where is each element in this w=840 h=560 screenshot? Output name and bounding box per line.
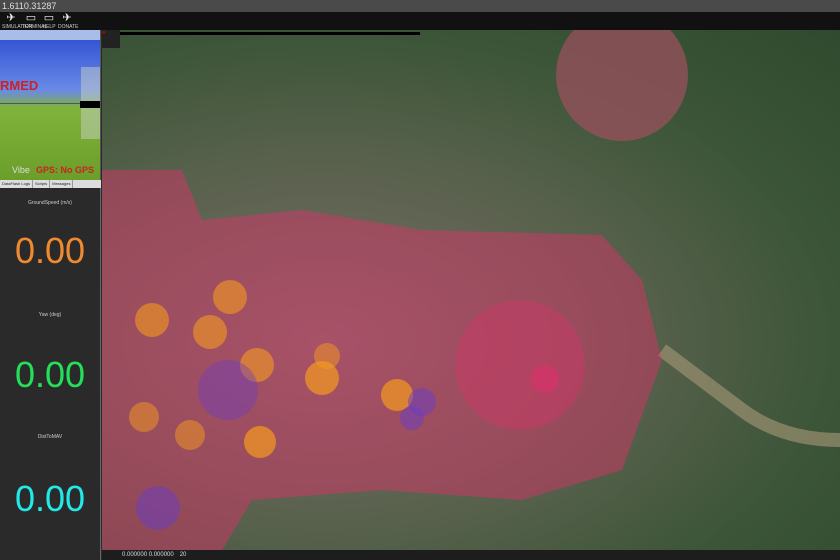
help-button[interactable]: ▭ HELP	[40, 12, 58, 30]
warning-circle	[175, 420, 205, 450]
warning-circle	[193, 315, 227, 349]
tab-dataflash-logs[interactable]: DataFlash Logs	[0, 180, 34, 188]
terminal-button[interactable]: ▭ TERMINAL	[22, 12, 47, 30]
warning-circle	[381, 379, 413, 411]
disttomav-label: DistToMAV	[37, 434, 63, 440]
tab-bar: DataFlash Logs Scripts Messages	[0, 180, 101, 188]
yaw-label: Yaw (deg)	[38, 312, 62, 318]
zoom-level[interactable]: 20	[180, 550, 187, 560]
progress-bar	[120, 32, 420, 35]
restricted-circle	[136, 486, 180, 530]
donate-plane-icon: ✈	[62, 12, 72, 24]
heading-bar	[0, 30, 100, 40]
restricted-circle	[400, 406, 424, 430]
map-control-button[interactable]: ●	[102, 30, 120, 48]
armed-status: RMED	[0, 78, 39, 93]
airspace-circle	[455, 300, 585, 430]
warning-circle	[129, 402, 159, 432]
altitude-readout	[80, 101, 100, 108]
help-monitor-icon: ▭	[43, 12, 55, 24]
monitor-icon: ▭	[25, 12, 37, 24]
map-view[interactable]	[102, 30, 840, 550]
donate-button[interactable]: ✈ DONATE	[58, 12, 78, 30]
plane-icon: ✈	[6, 12, 16, 24]
tab-scripts[interactable]: Scripts	[33, 180, 51, 188]
groundspeed-label: GroundSpeed (m/s)	[28, 200, 72, 206]
quick-panel: GroundSpeed (m/s) 0.00 Yaw (deg) 0.00 Di…	[0, 188, 101, 560]
coordinates-readout: 0.000000 0.000000	[122, 552, 174, 558]
window-title: 1.6110.31287	[0, 0, 840, 12]
toolbar: ✈ SIMULATION ▭ TERMINAL ▭ HELP ✈ DONATE	[0, 12, 840, 30]
vibe-link[interactable]: Vibe	[12, 165, 30, 175]
warning-circle	[244, 426, 276, 458]
gps-status: GPS: No GPS	[36, 165, 95, 175]
warning-circle	[314, 343, 340, 369]
warning-circle	[213, 280, 247, 314]
warning-circle	[135, 303, 169, 337]
tab-messages[interactable]: Messages	[50, 180, 74, 188]
groundspeed-value: 0.00	[14, 230, 86, 271]
disttomav-value: 0.00	[14, 478, 86, 519]
map-overlays	[102, 30, 840, 550]
airspace-circle-north	[556, 30, 688, 141]
restricted-circle	[198, 360, 258, 420]
airspace-circle-small	[531, 365, 559, 393]
map-status-bar: 0.000000 0.000000 20	[102, 550, 840, 560]
river	[657, 344, 840, 447]
yaw-value: 0.00	[14, 354, 86, 395]
simulation-button[interactable]: ✈ SIMULATION	[2, 12, 32, 30]
hud: RMED Vibe GPS: No GPS	[0, 30, 101, 180]
